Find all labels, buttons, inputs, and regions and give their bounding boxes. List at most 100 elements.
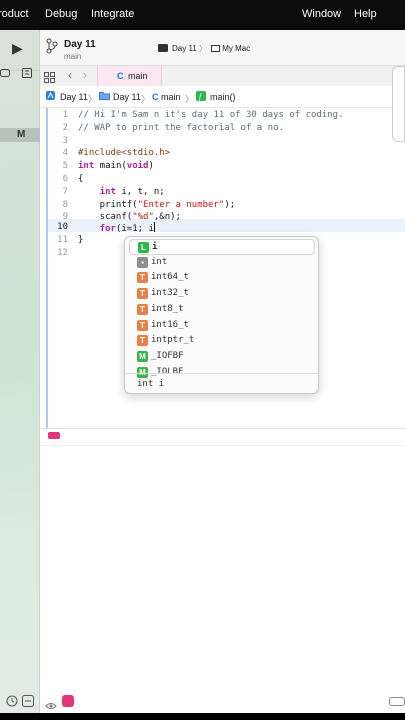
code-line: { [78,174,84,184]
code-line: printf("Enter a number"); [78,200,236,210]
autocomplete-item[interactable]: Tint16_t [129,318,315,334]
code-line: } [78,235,84,245]
divider [125,373,318,374]
autocomplete-item[interactable]: Li [129,239,315,255]
library-icon[interactable] [22,68,32,81]
jump-bar: Day 11 〉 Day 11 〉 C main 〉 f main() [40,86,405,108]
code-line-current[interactable]: for(i=1; i [78,222,155,234]
jump-file[interactable]: main [161,92,181,102]
autocomplete-detail: int i [137,379,165,389]
autocomplete-label: intptr_t [151,335,195,346]
symbol-kind-icon: T [137,303,148,315]
autocomplete-item[interactable]: M _IOFBF [129,349,315,365]
terminal-icon [158,44,168,52]
symbol-kind-icon: L [138,242,149,253]
autocomplete-item[interactable]: Tint64_t [129,270,315,286]
scheme-label: Day 11 [172,44,197,53]
navigator-sidebar: ▶ M [0,30,40,713]
menu-debug[interactable]: Debug [45,8,77,20]
hide-navigator-icon[interactable] [0,68,10,80]
debug-area [40,428,405,713]
menu-bar: roduct Debug Integrate Window Help [0,0,405,30]
jump-function[interactable]: main() [210,92,236,102]
jump-project[interactable]: Day 11 [60,92,88,102]
jump-separator: 〉 [88,94,98,104]
code-line: scanf("%d",&n); [78,212,181,222]
autocomplete-label: int8_t [151,303,184,314]
line-number: 1 [62,110,68,120]
autocomplete-label: i [152,242,158,252]
scheme-selector[interactable]: Day 11 〉 My Mac [158,43,250,54]
line-number: 8 [62,200,68,210]
symbol-kind-icon: ▪ [137,256,148,268]
c-file-icon: C [117,71,124,81]
line-number: 4 [62,148,68,158]
autocomplete-label: _IOLBF [151,366,184,377]
branch-name: main [64,52,82,61]
line-number: 3 [62,136,68,146]
jump-separator-3: 〉 [185,94,195,104]
inspector-panel-edge[interactable] [392,66,405,142]
code-line: #include<stdio.h> [78,148,171,158]
add-file-icon[interactable] [22,695,34,710]
back-icon[interactable]: ‹ [68,68,72,82]
mac-icon [211,45,221,52]
symbol-kind-icon: T [137,272,148,284]
text-cursor [153,222,155,232]
autocomplete-popup: Li ▪ int Tint64_t Tint32_t Tint8_t Tint16_t Tin… [124,236,319,394]
line-number-current: 10 [57,222,68,232]
autocomplete-label: _IOFBF [151,350,184,361]
menu-product[interactable]: roduct [0,8,29,20]
menu-help[interactable]: Help [354,8,377,20]
project-title: Day 11 [64,39,96,50]
source-control-badge: M [17,129,26,140]
line-number: 7 [62,187,68,197]
tab-label: main [128,71,148,81]
code-line: int main(void) [78,161,154,171]
breakpoint-icon[interactable] [62,695,74,707]
menu-integrate[interactable]: Integrate [91,8,134,20]
scheme-separator: 〉 [199,44,207,53]
autocomplete-label: int [151,256,168,267]
bottom-edge [0,713,405,720]
split-view-icon[interactable] [389,697,405,706]
code-line: int i, t, n; [99,187,165,197]
autocomplete-item[interactable]: ▪ int [129,255,315,271]
debug-marker [48,432,60,439]
code-line: // WAP to print the factorial of a no. [78,123,284,133]
c-file-icon-small: C [152,92,159,102]
line-number: 2 [62,123,68,133]
symbol-kind-icon: T [137,335,148,347]
autocomplete-label: int32_t [151,288,189,299]
play-icon[interactable]: ▶ [12,40,23,57]
destination-label: My Mac [222,44,251,53]
function-icon: f [196,91,206,103]
line-number: 9 [62,212,68,222]
symbol-kind-icon: T [137,319,148,331]
forward-icon[interactable]: › [83,68,87,82]
folder-icon [99,91,110,102]
autocomplete-label: int16_t [151,319,189,330]
divider [40,445,405,446]
autocomplete-item[interactable]: Tintptr_t [129,333,315,349]
xcode-window: ▶ M Day 11 main Day 11 〉 My Mac ‹ › C ma… [0,30,405,713]
line-number: 6 [62,174,68,184]
code-line: // Hi I'm Sam n it's day 11 of 30 days o… [78,110,344,120]
jump-folder[interactable]: Day 11 [113,92,141,102]
filter-icon[interactable] [6,695,18,710]
symbol-kind-icon: M [137,350,148,362]
autocomplete-item[interactable]: Tint8_t [129,302,315,318]
tab-main[interactable]: C main [97,66,162,86]
menu-window[interactable]: Window [302,8,341,20]
autocomplete-item[interactable]: Tint32_t [129,286,315,302]
line-number: 11 [57,235,68,245]
line-number: 12 [57,248,68,258]
autocomplete-label: int64_t [151,272,189,283]
symbol-kind-icon: T [137,288,148,300]
branch-icon[interactable] [46,38,58,59]
app-icon [46,91,55,102]
jump-separator-2: 〉 [141,94,151,104]
line-number: 5 [62,161,68,171]
toolbar: Day 11 main Day 11 〉 My Mac [40,30,405,66]
eye-icon[interactable] [45,697,57,713]
